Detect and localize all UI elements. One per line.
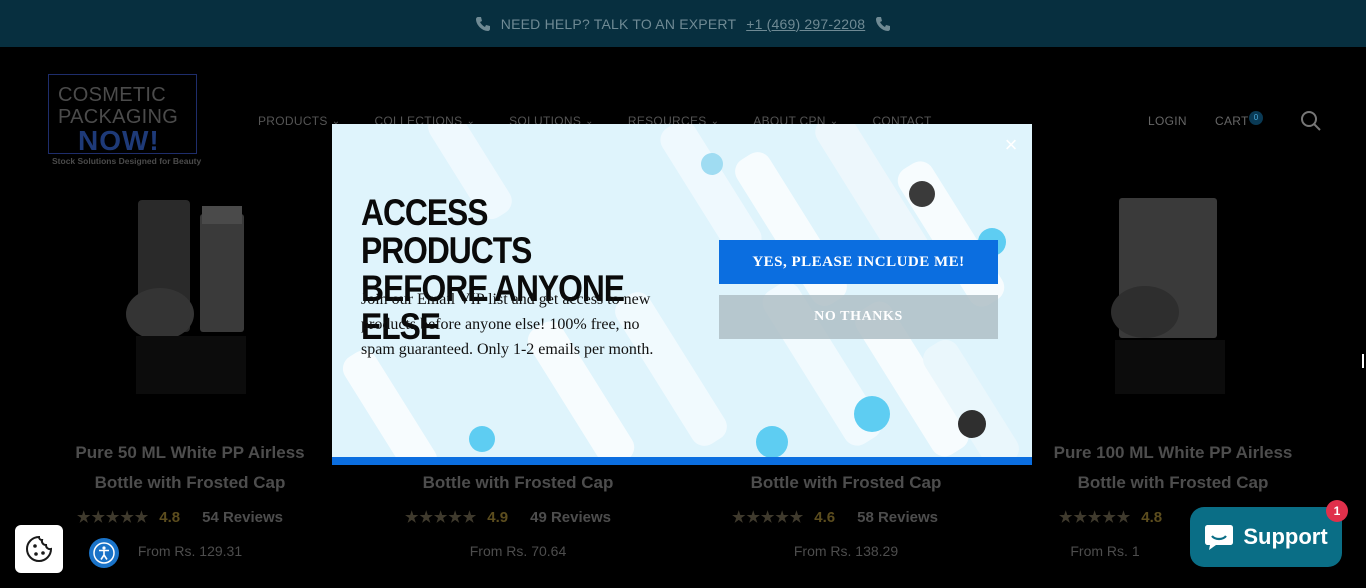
accessibility-icon [93,542,115,564]
star-rating-icon: ★★★★★ [77,509,150,526]
scrollbar-marker [1362,354,1364,368]
review-count[interactable]: 58 Reviews [857,509,938,526]
product-price: From Rs. 138.29 [793,543,899,559]
review-count[interactable]: 54 Reviews [202,509,283,526]
star-rating-icon: ★★★★★ [405,509,478,526]
star-rating-icon: ★★★★★ [1059,509,1132,526]
modal-body-text: Join our Email VIP list and get access t… [361,291,654,358]
support-label: Support [1243,524,1328,549]
star-rating-icon: ★★★★★ [732,509,805,526]
product-title[interactable]: Bottle with Frosted Cap [696,468,996,498]
product-price: From Rs. 129.31 [137,543,243,559]
cookie-settings-button[interactable] [15,525,63,573]
email-signup-modal: × ACCESS PRODUCTS BEFORE ANYONE ELSE Joi… [332,124,1032,465]
phone-icon [876,16,891,31]
nav-item-products[interactable]: PRODUCTS ⌄ [258,114,340,128]
support-chat-button[interactable]: Support [1190,507,1342,567]
page: NEED HELP? TALK TO AN EXPERT +1 (469) 29… [0,0,1366,588]
close-icon[interactable]: × [1000,134,1022,156]
nav-label: PRODUCTS [258,114,328,128]
product-rating: ★★★★★ 4.6 58 Reviews [732,508,938,527]
modal-heading-line: ACCESS PRODUCTS [361,192,532,271]
product-rating: ★★★★★ 4.8 [1059,508,1163,527]
product-rating: ★★★★★ 4.9 49 Reviews [405,508,611,527]
site-logo[interactable]: COSMETIC PACKAGING NOW! Stock Solutions … [48,74,202,170]
rating-value: 4.8 [159,508,181,526]
product-image[interactable] [120,196,260,396]
announcement-text: NEED HELP? TALK TO AN EXPERT [500,15,737,32]
rating-value: 4.6 [814,508,836,526]
chat-bubble-icon [1205,525,1234,550]
no-thanks-button[interactable]: NO THANKS [719,295,998,339]
phone-icon [475,16,490,31]
logo-tagline: Stock Solutions Designed for Beauty [52,156,202,166]
product-price: From Rs. 1 [1070,543,1140,559]
search-icon[interactable] [1300,110,1322,132]
product-title[interactable]: Bottle with Frosted Cap [368,468,668,498]
product-title-line: Pure 50 ML White PP Airless [75,443,305,462]
product-rating: ★★★★★ 4.8 54 Reviews [77,508,283,527]
modal-accent-bar [332,457,1032,465]
product-title-line: Pure 100 ML White PP Airless [1053,443,1293,462]
logo-line-1: COSMETIC [58,84,166,106]
cookie-icon [26,535,53,562]
review-count[interactable]: 49 Reviews [530,509,611,526]
rating-value: 4.9 [487,508,509,526]
product-title-line: Bottle with Frosted Cap [1077,473,1269,492]
product-title-line: Bottle with Frosted Cap [422,473,614,492]
cart-count-badge: 0 [1249,111,1263,125]
subscribe-yes-button[interactable]: YES, PLEASE INCLUDE ME! [719,240,998,284]
logo-line-3: NOW! [78,125,160,156]
product-title[interactable]: Pure 50 ML White PP Airless Bottle with … [40,438,340,498]
product-title-line: Bottle with Frosted Cap [94,473,286,492]
cart-link[interactable]: CART [1215,114,1249,128]
notification-badge: 1 [1326,500,1348,522]
accessibility-button[interactable] [89,538,119,568]
login-link[interactable]: LOGIN [1148,114,1187,128]
phone-link[interactable]: +1 (469) 297-2208 [746,16,865,32]
product-title[interactable]: Pure 100 ML White PP Airless Bottle with… [1023,438,1323,498]
product-price: From Rs. 70.64 [469,543,567,559]
announcement-bar: NEED HELP? TALK TO AN EXPERT +1 (469) 29… [0,0,1366,47]
product-title-line: Bottle with Frosted Cap [750,473,942,492]
product-image[interactable] [1105,196,1235,396]
rating-value: 4.8 [1141,508,1163,526]
